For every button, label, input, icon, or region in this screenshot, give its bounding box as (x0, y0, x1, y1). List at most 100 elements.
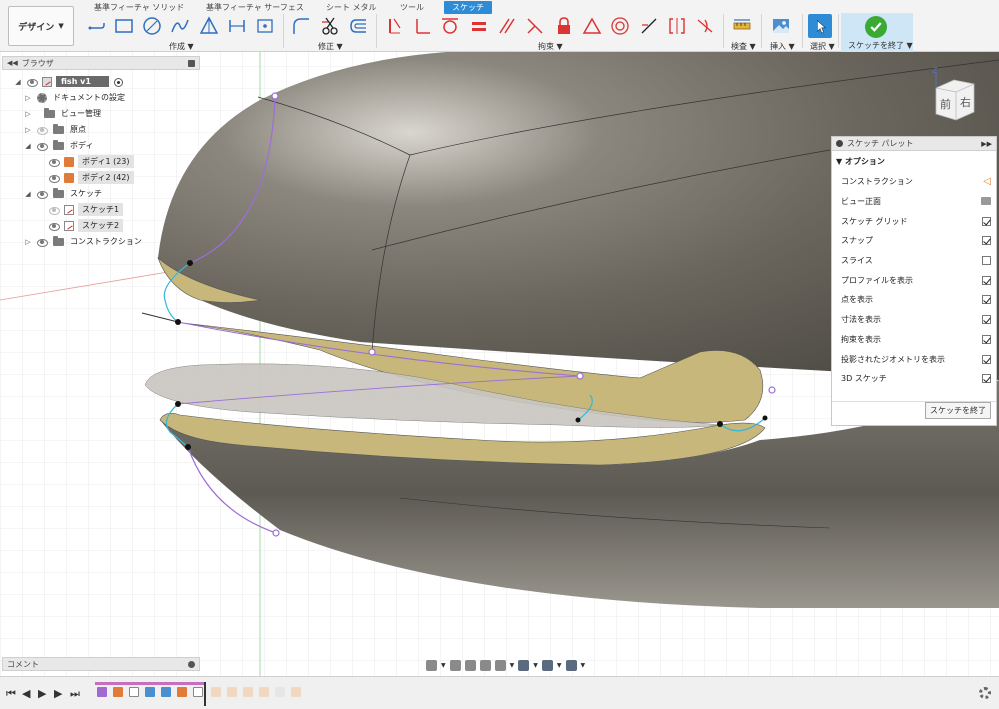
3d-sketch-checkbox[interactable] (982, 373, 991, 383)
collapse-icon[interactable]: ◀◀ (7, 59, 18, 67)
orbit-icon[interactable] (426, 659, 437, 671)
go-to-end-icon[interactable]: ⏭ (70, 687, 80, 701)
options-section-header[interactable]: ▼ オプション (836, 156, 885, 167)
measure-tool-icon[interactable] (731, 16, 753, 36)
tree-item-origin[interactable]: ▷ 原点 (24, 122, 86, 137)
expand-triangle-icon[interactable]: ▷ (24, 126, 32, 134)
circle-tool-icon[interactable] (141, 16, 163, 36)
rectangle-tool-icon[interactable] (113, 16, 135, 36)
show-dimensions-checkbox[interactable] (982, 314, 991, 324)
timeline-feature-icon[interactable] (259, 687, 269, 697)
timeline-feature-icon[interactable] (97, 687, 107, 697)
collinear-constraint-icon[interactable] (638, 16, 660, 36)
show-constraints-checkbox[interactable] (982, 334, 991, 344)
expand-triangle-icon[interactable]: ◢ (24, 142, 32, 150)
concentric-constraint-icon[interactable] (609, 16, 631, 36)
step-forward-icon[interactable]: ▶ (54, 687, 62, 700)
trim-tool-icon[interactable] (319, 16, 341, 36)
show-projected-geometry-checkbox[interactable] (982, 354, 991, 364)
point-tool-icon[interactable] (254, 16, 276, 36)
visibility-eye-icon[interactable] (36, 190, 48, 199)
add-comment-icon[interactable] (188, 660, 195, 668)
tab-solid[interactable]: 基準フィーチャ ソリッド (94, 2, 184, 13)
expand-triangle-icon[interactable]: ◢ (24, 190, 32, 198)
tree-item-sketches[interactable]: ◢ スケッチ (24, 186, 102, 201)
visibility-eye-icon[interactable] (48, 174, 60, 183)
chevron-down-icon[interactable]: ▼ (581, 662, 586, 669)
zoom-icon[interactable] (479, 659, 491, 671)
snap-checkbox[interactable] (982, 235, 991, 245)
curvature-constraint-icon[interactable] (694, 16, 716, 36)
coincident-constraint-icon[interactable] (383, 16, 405, 36)
fix-constraint-lock-icon[interactable] (553, 16, 575, 36)
sketch-grid-checkbox[interactable] (982, 216, 991, 226)
tree-item-sketch2[interactable]: スケッチ2 (44, 218, 124, 233)
viewcube-front-label[interactable]: 前 (940, 96, 951, 112)
visibility-eye-icon[interactable] (48, 222, 60, 231)
perpendicular-constraint-icon[interactable] (411, 16, 433, 36)
go-to-start-icon[interactable]: ⏮ (6, 687, 16, 701)
comments-header[interactable]: コメント (2, 657, 200, 671)
finish-sketch-button[interactable]: スケッチを終了 ▼ (841, 13, 913, 52)
timeline-feature-icon[interactable] (113, 687, 123, 697)
expand-triangle-icon[interactable]: ▷ (24, 110, 32, 118)
construction-icon[interactable]: ◁ (983, 176, 991, 187)
symmetric-constraint-icon[interactable] (524, 16, 546, 36)
create-group-label[interactable]: 作成 ▼ (169, 41, 194, 52)
chevron-down-icon[interactable]: ▼ (533, 662, 538, 669)
expand-triangle-icon[interactable]: ▷ (24, 94, 32, 102)
viewports-icon[interactable] (565, 659, 577, 671)
option-snap[interactable]: スナップ (841, 232, 991, 248)
fillet-tool-icon[interactable] (290, 16, 312, 36)
timeline-feature-icon[interactable] (145, 687, 155, 697)
viewcube-right-label[interactable]: 右 (960, 94, 971, 110)
insert-image-icon[interactable] (770, 16, 792, 36)
gear-icon[interactable] (979, 687, 991, 699)
visibility-eye-icon[interactable] (26, 78, 38, 87)
display-settings-icon[interactable] (518, 659, 530, 671)
option-slice[interactable]: スライス (841, 252, 991, 268)
tree-root-fish[interactable]: ◢ fish v1 (14, 74, 123, 89)
pin-icon[interactable] (188, 59, 195, 67)
timeline-feature-icon[interactable] (161, 687, 171, 697)
tree-item-named-views[interactable]: ▷ ビュー管理 (24, 106, 101, 121)
look-at-icon[interactable] (449, 659, 461, 671)
workspace-dropdown[interactable]: デザイン ▼ (8, 6, 74, 46)
show-points-checkbox[interactable] (982, 294, 991, 304)
option-show-points[interactable]: 点を表示 (841, 291, 991, 307)
timeline-feature-icon[interactable] (243, 687, 253, 697)
palette-finish-sketch-button[interactable]: スケッチを終了 (925, 402, 991, 419)
timeline-sketch-icon[interactable] (193, 687, 203, 697)
timeline-playhead[interactable] (204, 682, 206, 706)
browser-header[interactable]: ◀◀ ブラウザ (2, 56, 200, 70)
palette-header[interactable]: スケッチ パレット ▶▶ (832, 137, 996, 151)
expand-triangle-icon[interactable]: ◢ (14, 78, 22, 86)
option-show-constraints[interactable]: 拘束を表示 (841, 331, 991, 347)
timeline-feature-icon[interactable] (177, 687, 187, 697)
horizontal-vertical-constraint-icon[interactable] (666, 16, 688, 36)
timeline-sketch-icon[interactable] (129, 687, 139, 697)
zoom-window-icon[interactable] (494, 659, 506, 671)
timeline-feature-icon[interactable] (211, 687, 221, 697)
tree-item-construction[interactable]: ▷ コンストラクション (24, 234, 142, 249)
modify-group-label[interactable]: 修正 ▼ (318, 41, 343, 52)
inspect-group-label[interactable]: 検査 ▼ (731, 41, 756, 52)
parallel-constraint-icon[interactable] (496, 16, 518, 36)
visibility-eye-icon[interactable] (48, 158, 60, 167)
tree-item-bodies[interactable]: ◢ ボディ (24, 138, 93, 153)
option-show-projected-geometry[interactable]: 投影されたジオメトリを表示 (841, 351, 991, 367)
option-look-at[interactable]: ビュー正面 (841, 193, 991, 209)
midpoint-constraint-icon[interactable] (581, 16, 603, 36)
tree-item-body2[interactable]: ボディ2 (42) (44, 170, 134, 185)
show-profile-checkbox[interactable] (982, 275, 991, 285)
look-at-icon[interactable] (981, 197, 991, 205)
offset-tool-icon[interactable] (347, 16, 369, 36)
grid-settings-icon[interactable] (541, 659, 553, 671)
tab-sheet-metal[interactable]: シート メタル (326, 2, 377, 13)
visibility-eye-icon[interactable] (36, 142, 48, 151)
equal-constraint-icon[interactable] (468, 16, 490, 36)
expand-triangle-icon[interactable]: ▷ (24, 238, 32, 246)
select-group-label[interactable]: 選択 ▼ (810, 41, 835, 52)
insert-group-label[interactable]: 挿入 ▼ (770, 41, 795, 52)
tangent-constraint-icon[interactable] (439, 16, 461, 36)
